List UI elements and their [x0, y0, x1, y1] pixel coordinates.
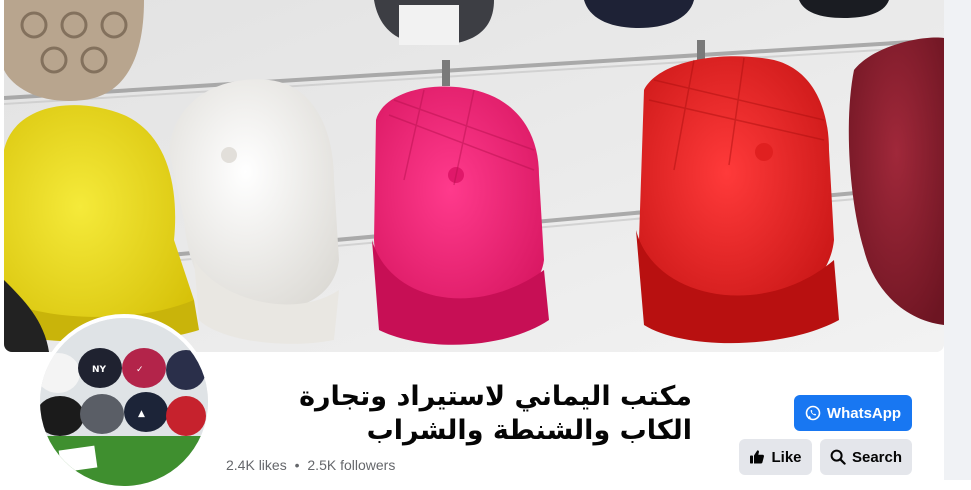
search-button-label: Search: [851, 448, 903, 466]
like-button[interactable]: Like: [739, 439, 812, 475]
page-avatar[interactable]: NY ✓ ▲: [40, 318, 208, 486]
likes-count[interactable]: 2.4K likes: [226, 457, 287, 473]
search-icon: [830, 449, 846, 465]
svg-text:NY: NY: [92, 365, 107, 375]
stats-separator: •: [294, 457, 300, 473]
page-title: مكتب اليماني لاستيراد وتجارة الكاب والشن…: [299, 381, 692, 446]
page-stats: 2.4K likes • 2.5K followers: [226, 457, 395, 473]
whatsapp-button[interactable]: WhatsApp: [794, 395, 912, 431]
whatsapp-icon: [805, 405, 821, 421]
search-button[interactable]: Search: [820, 439, 912, 475]
followers-count[interactable]: 2.5K followers: [307, 457, 395, 473]
thumbs-up-icon: [749, 449, 765, 465]
cover-photo[interactable]: [4, 0, 944, 352]
like-button-label: Like: [771, 448, 802, 466]
whatsapp-button-label: WhatsApp: [826, 404, 902, 422]
svg-text:▲: ▲: [138, 409, 145, 419]
scroll-gutter: [944, 0, 971, 480]
svg-text:✓: ✓: [136, 365, 144, 375]
